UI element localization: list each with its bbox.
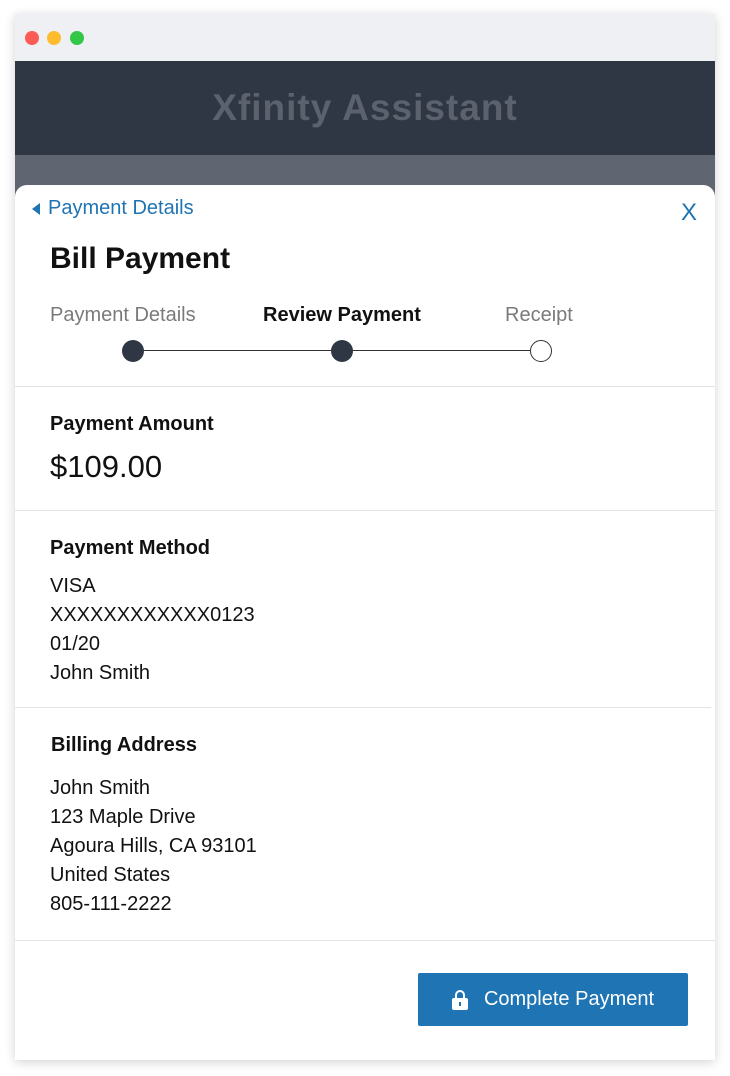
divider <box>15 707 711 708</box>
close-button[interactable]: X <box>681 199 697 227</box>
complete-payment-button[interactable]: Complete Payment <box>418 973 688 1026</box>
payment-amount-value: $109.00 <box>50 449 163 484</box>
back-link-label: Payment Details <box>48 197 194 219</box>
window-titlebar <box>15 14 715 61</box>
address-country: United States <box>50 864 171 886</box>
step-dot-receipt <box>530 340 552 362</box>
step-dot-payment-details <box>122 340 144 362</box>
app-title: Xfinity Assistant <box>212 87 518 128</box>
address-phone: 805-111-2222 <box>50 893 172 915</box>
maximize-window-button[interactable] <box>70 31 84 45</box>
billing-address-heading: Billing Address <box>51 734 197 756</box>
cardholder-name: John Smith <box>50 662 151 684</box>
divider <box>15 940 715 941</box>
divider <box>15 510 715 511</box>
step-label-review-payment: Review Payment <box>263 304 421 326</box>
divider <box>15 386 715 387</box>
step-label-payment-details: Payment Details <box>50 304 196 326</box>
minimize-window-button[interactable] <box>47 31 61 45</box>
app-header: Xfinity Assistant <box>15 61 715 155</box>
payment-method-heading: Payment Method <box>50 537 211 559</box>
caret-left-icon <box>32 202 40 215</box>
close-window-button[interactable] <box>25 31 39 45</box>
lock-icon <box>451 989 468 1010</box>
back-link[interactable]: Payment Details <box>32 197 194 220</box>
step-label-receipt: Receipt <box>505 304 573 326</box>
page-title: Bill Payment <box>50 242 231 275</box>
card-number: XXXXXXXXXXXX0123 <box>50 604 255 626</box>
address-street: 123 Maple Drive <box>50 806 196 828</box>
app-window: Xfinity Assistant Payment Details X Bill… <box>15 14 715 1060</box>
card-type: VISA <box>50 575 96 597</box>
payment-amount-heading: Payment Amount <box>50 413 214 435</box>
card-expiry: 01/20 <box>50 633 101 655</box>
complete-payment-label: Complete Payment <box>483 988 655 1010</box>
bill-payment-panel: Payment Details X Bill Payment Payment D… <box>15 185 715 1060</box>
address-name: John Smith <box>50 777 151 799</box>
step-dot-review-payment <box>331 340 353 362</box>
address-city-state-zip: Agoura Hills, CA 93101 <box>50 835 257 857</box>
